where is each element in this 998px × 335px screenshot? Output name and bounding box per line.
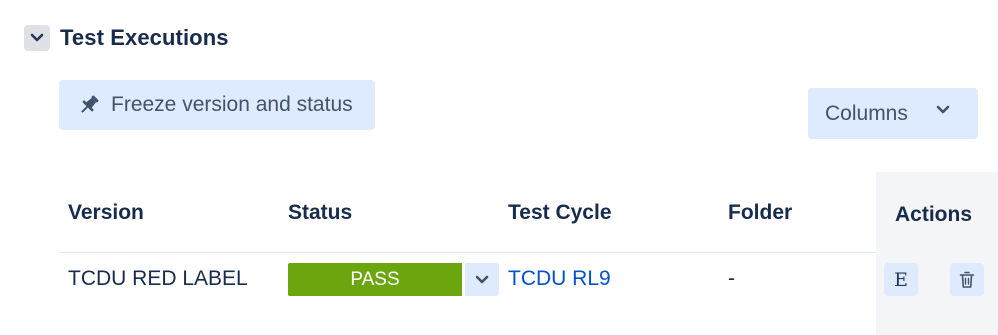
status-dropdown-button[interactable] (465, 263, 499, 296)
section-title: Test Executions (60, 25, 229, 50)
column-header-version[interactable]: Version (68, 201, 144, 225)
column-header-actions: Actions (895, 203, 973, 226)
chevron-down-icon (30, 33, 44, 42)
cell-test-cycle-link[interactable]: TCDU RL9 (508, 267, 611, 291)
column-header-folder[interactable]: Folder (728, 201, 792, 225)
status-badge[interactable]: PASS (288, 263, 462, 296)
cell-folder: - (728, 267, 735, 290)
execute-button[interactable]: E (884, 263, 918, 296)
columns-label: Columns (825, 101, 908, 125)
trash-icon (959, 271, 975, 288)
chevron-down-icon (475, 275, 489, 283)
cell-version: TCDU RED LABEL (68, 267, 248, 290)
execute-label: E (894, 268, 908, 291)
header-divider (59, 252, 876, 253)
status-label: PASS (350, 268, 400, 290)
freeze-version-button[interactable]: Freeze version and status (59, 80, 375, 130)
collapse-toggle-button[interactable] (24, 25, 50, 51)
actions-column-background (876, 172, 998, 335)
column-header-test-cycle[interactable]: Test Cycle (508, 201, 612, 225)
section-header: Test Executions (24, 25, 229, 51)
test-executions-panel: Test Executions Freeze version and statu… (0, 0, 998, 335)
columns-dropdown[interactable]: Columns (808, 88, 978, 139)
column-header-status[interactable]: Status (288, 201, 352, 225)
delete-button[interactable] (950, 263, 984, 296)
pin-icon (81, 95, 99, 113)
chevron-down-icon (936, 105, 950, 114)
freeze-version-label: Freeze version and status (111, 93, 353, 116)
